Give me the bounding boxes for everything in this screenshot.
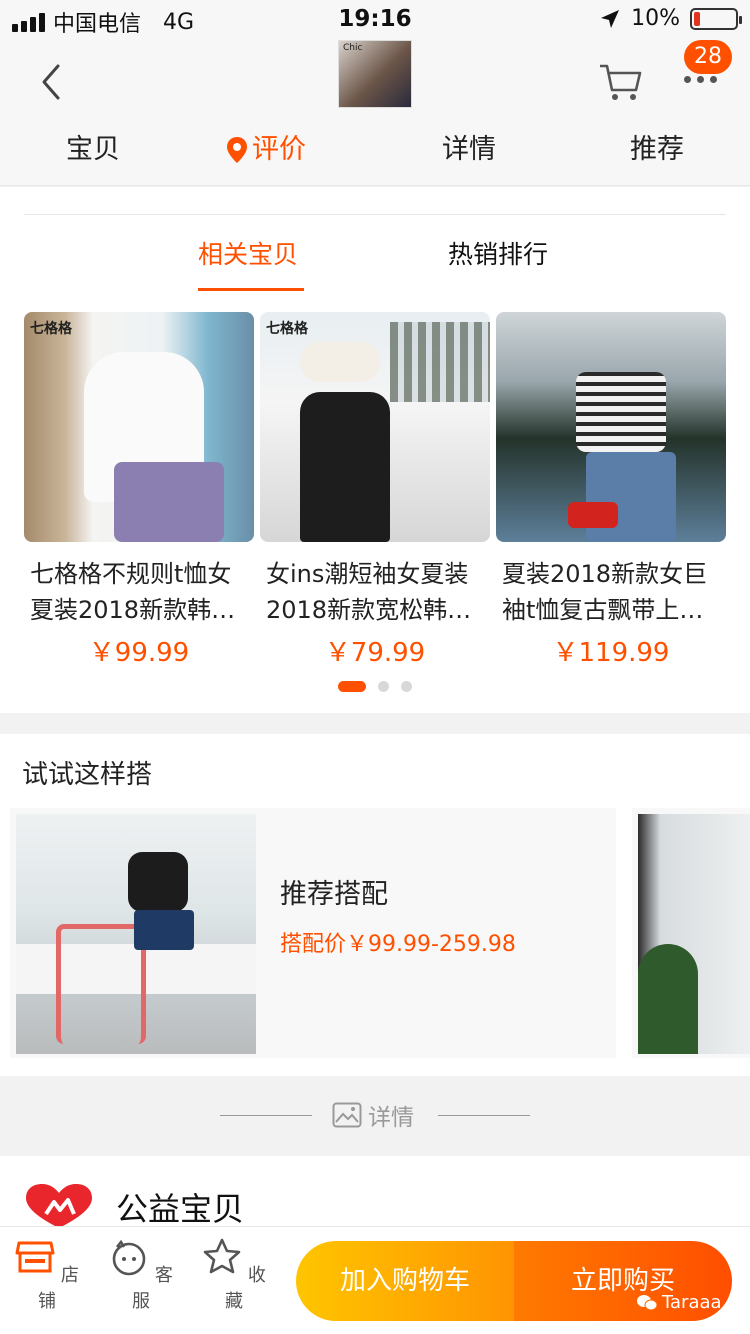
product-image: 七格格 [24, 312, 254, 542]
watermark-text: Taraaa [662, 1292, 722, 1313]
cart-icon[interactable] [598, 62, 642, 102]
charity-section: 公益宝贝 [0, 1156, 750, 1236]
details-label: 详情 [332, 1098, 414, 1132]
more-icon[interactable] [684, 76, 717, 83]
product-header: Chic 28 宝贝 评价 详情 推荐 [0, 40, 750, 186]
brand-label: 七格格 [266, 321, 308, 337]
outfit-section-title: 试试这样搭 [22, 760, 153, 790]
product-card[interactable]: 七格格 七格格不规则t恤女夏装2018新款韩… ￥99.99 [24, 312, 254, 669]
tab-related-items[interactable]: 相关宝贝 [198, 235, 298, 275]
brand-label: 七格格 [30, 321, 72, 337]
active-tab-underline [198, 288, 304, 291]
star-icon [203, 1238, 241, 1274]
tab-recommend[interactable]: 推荐 [630, 128, 684, 172]
location-arrow-icon [601, 9, 620, 28]
shop-icon [15, 1241, 55, 1273]
product-image: 七格格 [260, 312, 490, 542]
outfit-title: 推荐搭配 [280, 879, 388, 910]
back-icon[interactable] [32, 62, 72, 102]
carousel-dot [401, 681, 412, 692]
product-price: ￥99.99 [88, 638, 190, 668]
product-price: ￥119.99 [552, 638, 670, 668]
carousel-dot-active [338, 681, 366, 692]
carousel-indicator [0, 681, 750, 692]
outfit-card-next[interactable] [632, 808, 750, 1058]
outfit-image [16, 814, 256, 1054]
location-pin-icon [227, 137, 247, 163]
divider-line [438, 1115, 530, 1116]
product-thumbnail[interactable]: Chic [338, 40, 412, 108]
bottom-action-bar: 店铺 客服 收藏 加入购物车 立即购买 [0, 1226, 750, 1334]
header-tabs: 宝贝 评价 详情 推荐 [0, 128, 750, 176]
add-to-cart-button[interactable]: 加入购物车 [296, 1241, 514, 1321]
status-bar: 中国电信 4G 19:16 10% [0, 0, 750, 40]
product-name: 女ins潮短袖女夏装2018新款宽松韩… [266, 560, 472, 624]
wechat-icon [637, 1294, 658, 1310]
charity-heart-icon [26, 1184, 92, 1228]
product-card[interactable]: 夏装2018新款女巨袖t恤复古飘带上… ￥119.99 [496, 312, 726, 669]
details-text: 详情 [368, 1105, 414, 1131]
product-name: 夏装2018新款女巨袖t恤复古飘带上… [502, 560, 708, 624]
product-price: ￥79.99 [324, 638, 426, 668]
outfit-price: 搭配价￥99.99-259.98 [280, 932, 516, 957]
carousel-dot [378, 681, 389, 692]
outfit-section: 试试这样搭 推荐搭配 搭配价￥99.99-259.98 [0, 734, 750, 1076]
chat-face-icon [112, 1239, 146, 1276]
product-image [496, 312, 726, 542]
divider-line [220, 1115, 312, 1116]
details-divider: 详情 [0, 1076, 750, 1156]
customer-service-button[interactable]: 客服 [106, 1237, 176, 1313]
watermark: Taraaa [636, 1292, 722, 1313]
charity-title: 公益宝贝 [116, 1190, 245, 1228]
product-card[interactable]: 七格格 女ins潮短袖女夏装2018新款宽松韩… ￥79.99 [260, 312, 490, 669]
tab-hot-ranking[interactable]: 热销排行 [448, 235, 548, 275]
tab-baobei[interactable]: 宝贝 [66, 128, 120, 172]
divider [24, 214, 726, 215]
cart-count-badge: 28 [684, 40, 732, 74]
tab-details[interactable]: 详情 [442, 128, 496, 172]
battery-percent: 10% [631, 6, 680, 31]
outfit-image [638, 814, 750, 1054]
tab-reviews-label: 评价 [252, 134, 306, 165]
favorite-button[interactable]: 收藏 [199, 1237, 269, 1313]
shop-button[interactable]: 店铺 [12, 1237, 82, 1313]
thumbnail-caption: Chic [343, 43, 363, 53]
product-name: 七格格不规则t恤女夏装2018新款韩… [30, 560, 236, 624]
outfit-card[interactable]: 推荐搭配 搭配价￥99.99-259.98 [10, 808, 616, 1058]
battery-icon [690, 7, 742, 30]
tab-reviews[interactable]: 评价 [226, 128, 306, 172]
related-section: 相关宝贝 热销排行 七格格 七格格不规则t恤女夏装2018新款韩… ￥99.99… [0, 187, 750, 713]
image-icon [332, 1102, 362, 1128]
